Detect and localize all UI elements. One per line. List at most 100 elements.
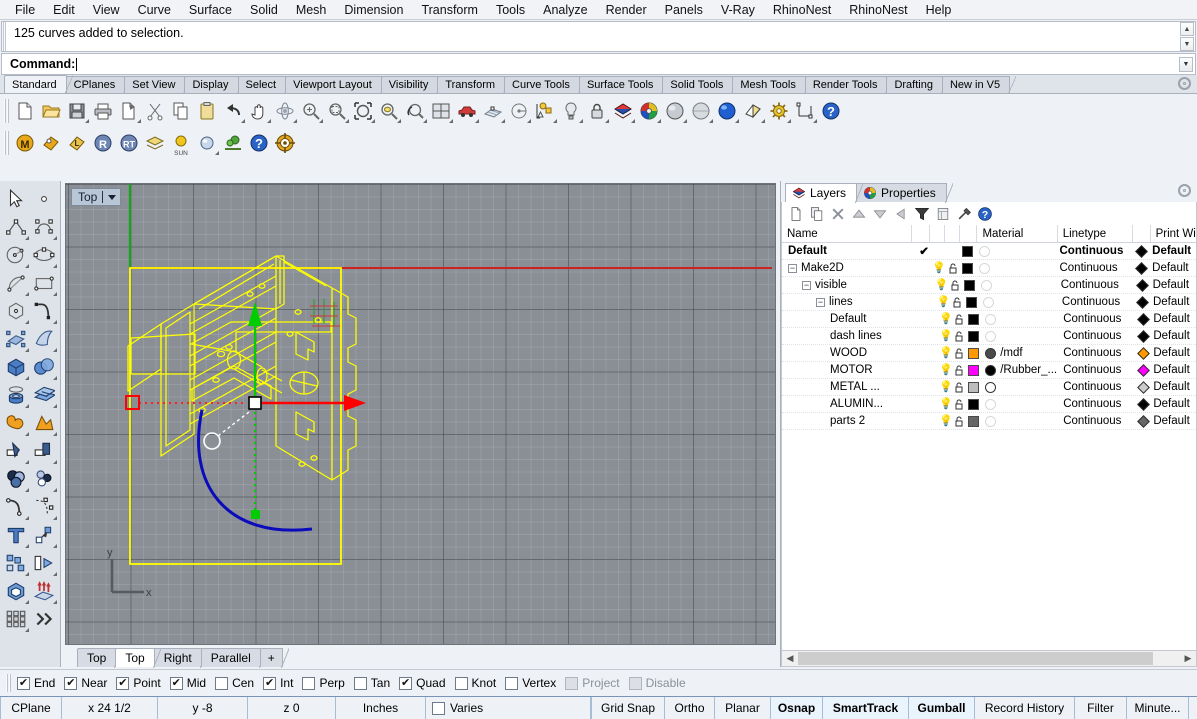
toolbar-tab-new-in-v5[interactable]: New in V5: [941, 76, 1017, 94]
vray-trees-icon[interactable]: [220, 130, 246, 156]
help-icon[interactable]: ?: [818, 98, 844, 124]
open-file-icon[interactable]: [38, 98, 64, 124]
toolbar-tab-drafting[interactable]: Drafting: [886, 76, 949, 94]
layer-print-color-swatch[interactable]: [1134, 243, 1151, 259]
toolbar-options-gear-icon[interactable]: [1178, 77, 1191, 90]
boolean-icon[interactable]: [2, 409, 30, 437]
viewport-tab-add-4[interactable]: +: [259, 648, 289, 668]
flyout-corner-marker[interactable]: [605, 118, 609, 123]
scroll-thumb[interactable]: [798, 652, 1153, 665]
layer-lock-icon[interactable]: [953, 413, 966, 429]
flyout-corner-marker[interactable]: [293, 118, 297, 123]
vray-help-icon[interactable]: ?: [246, 130, 272, 156]
layer-print-color-swatch[interactable]: [1135, 328, 1151, 344]
layer-print-width[interactable]: Default: [1151, 311, 1196, 327]
flyout-corner-marker[interactable]: [25, 488, 29, 492]
toolbar-tab-cplanes[interactable]: CPlanes: [65, 76, 131, 94]
osnap-disable[interactable]: Disable: [627, 676, 693, 690]
layer-row[interactable]: ALUMIN... 💡 Continuous Default: [782, 396, 1196, 413]
status-layer[interactable]: Varies: [426, 697, 591, 719]
ellipse-icon[interactable]: [30, 241, 58, 269]
flyout-corner-marker[interactable]: [267, 118, 271, 123]
vray-render-icon[interactable]: R: [90, 130, 116, 156]
osnap-perp-checkbox[interactable]: [302, 676, 316, 690]
osnap-int-checkbox[interactable]: ✔: [263, 676, 277, 690]
toolbar-tab-display[interactable]: Display: [184, 76, 245, 94]
command-history-pane[interactable]: 125 curves added to selection. ▲ ▼: [1, 21, 1196, 52]
copy-icon[interactable]: [168, 98, 194, 124]
status-toggle-osnap[interactable]: Osnap: [771, 697, 823, 719]
layer-color-swatch[interactable]: [966, 345, 982, 361]
osnap-mid-checkbox[interactable]: ✔: [169, 676, 183, 690]
layer-print-color-swatch[interactable]: [1135, 311, 1151, 327]
layer-lock-icon[interactable]: [946, 243, 960, 259]
zoom-selected-icon[interactable]: [376, 98, 402, 124]
layer-current-checkmark[interactable]: [923, 379, 939, 395]
layer-linetype[interactable]: Continuous: [1057, 260, 1133, 276]
layer-material-swatch[interactable]: [982, 328, 998, 344]
layer-color-swatch[interactable]: [966, 379, 982, 395]
viewport-tab-top-1[interactable]: Top: [115, 648, 162, 668]
layer-material-swatch[interactable]: [978, 277, 994, 293]
col-header-material[interactable]: Material: [977, 225, 1058, 242]
toolbar-tab-standard[interactable]: Standard: [4, 75, 73, 93]
vray-sphere-icon[interactable]: [194, 130, 220, 156]
flyout-corner-marker[interactable]: [709, 118, 713, 123]
col-header-current[interactable]: [912, 225, 931, 242]
layer-name-cell[interactable]: parts 2: [782, 413, 923, 429]
filter-icon[interactable]: [911, 203, 932, 224]
layer-current-checkmark[interactable]: [918, 277, 934, 293]
osnap-end-checkbox[interactable]: ✔: [17, 676, 30, 690]
point-icon[interactable]: [30, 185, 58, 213]
menu-item-panels[interactable]: Panels: [656, 1, 712, 19]
layer-visibility-bulb-icon[interactable]: 💡: [939, 379, 952, 395]
command-history-dropdown-icon[interactable]: ▼: [1179, 57, 1193, 72]
layer-color-swatch[interactable]: [966, 396, 982, 412]
layer-current-checkmark[interactable]: [916, 260, 933, 276]
col-header-name[interactable]: Name: [782, 225, 913, 242]
flyout-corner-marker[interactable]: [25, 348, 29, 352]
flyout-corner-marker[interactable]: [53, 488, 57, 492]
rendered-sphere-icon[interactable]: [714, 98, 740, 124]
osnap-project-checkbox[interactable]: [565, 676, 579, 690]
menu-item-solid[interactable]: Solid: [241, 1, 287, 19]
layer-current-checkmark[interactable]: [923, 396, 939, 412]
cylinder-icon[interactable]: [2, 381, 30, 409]
layer-color-swatch[interactable]: [960, 243, 977, 259]
layer-visibility-bulb-icon[interactable]: 💡: [939, 311, 952, 327]
flyout-corner-marker[interactable]: [345, 118, 349, 123]
array-icon[interactable]: [30, 549, 58, 577]
status-toggle-grid-snap[interactable]: Grid Snap: [591, 697, 665, 719]
panel-tab-layers[interactable]: Layers: [785, 183, 864, 203]
curve-tools-icon[interactable]: [30, 297, 58, 325]
flyout-corner-marker[interactable]: [53, 460, 57, 464]
text-icon[interactable]: [2, 521, 30, 549]
toolbar-tab-visibility[interactable]: Visibility: [380, 76, 444, 94]
layer-material-swatch[interactable]: [982, 311, 998, 327]
menu-item-analyze[interactable]: Analyze: [534, 1, 596, 19]
layer-color-swatch[interactable]: [966, 413, 982, 429]
osnap-point[interactable]: ✔ Point: [114, 676, 167, 690]
vray-l-icon[interactable]: L: [64, 130, 90, 156]
menu-item-surface[interactable]: Surface: [180, 1, 241, 19]
flyout-corner-marker[interactable]: [813, 118, 817, 123]
layers-icon[interactable]: [610, 98, 636, 124]
object-snap-icon[interactable]: [532, 98, 558, 124]
layer-current-checkmark[interactable]: [923, 345, 939, 361]
light-bulb-icon[interactable]: [558, 98, 584, 124]
layer-row[interactable]: − Make2D 💡 Continuous Default: [782, 260, 1196, 277]
surface-tools-icon[interactable]: [30, 381, 58, 409]
osnap-perp[interactable]: Perp: [300, 676, 351, 690]
scroll-down-icon[interactable]: ▼: [1180, 37, 1194, 51]
layer-print-width[interactable]: Default: [1151, 328, 1196, 344]
sun-icon[interactable]: SUN: [168, 130, 194, 157]
curve-control-points-icon[interactable]: [30, 213, 58, 241]
layer-visibility-bulb-icon[interactable]: 💡: [937, 294, 950, 310]
circle-icon[interactable]: [2, 241, 30, 269]
cut-paste-icon[interactable]: [116, 98, 142, 124]
layer-lock-icon[interactable]: [953, 311, 966, 327]
layer-color-swatch[interactable]: [962, 277, 978, 293]
layer-row[interactable]: − visible 💡 Continuous Default: [782, 277, 1196, 294]
layer-row[interactable]: − lines 💡 Continuous Default: [782, 294, 1196, 311]
command-history-scroll[interactable]: ▲ ▼: [1180, 22, 1194, 51]
